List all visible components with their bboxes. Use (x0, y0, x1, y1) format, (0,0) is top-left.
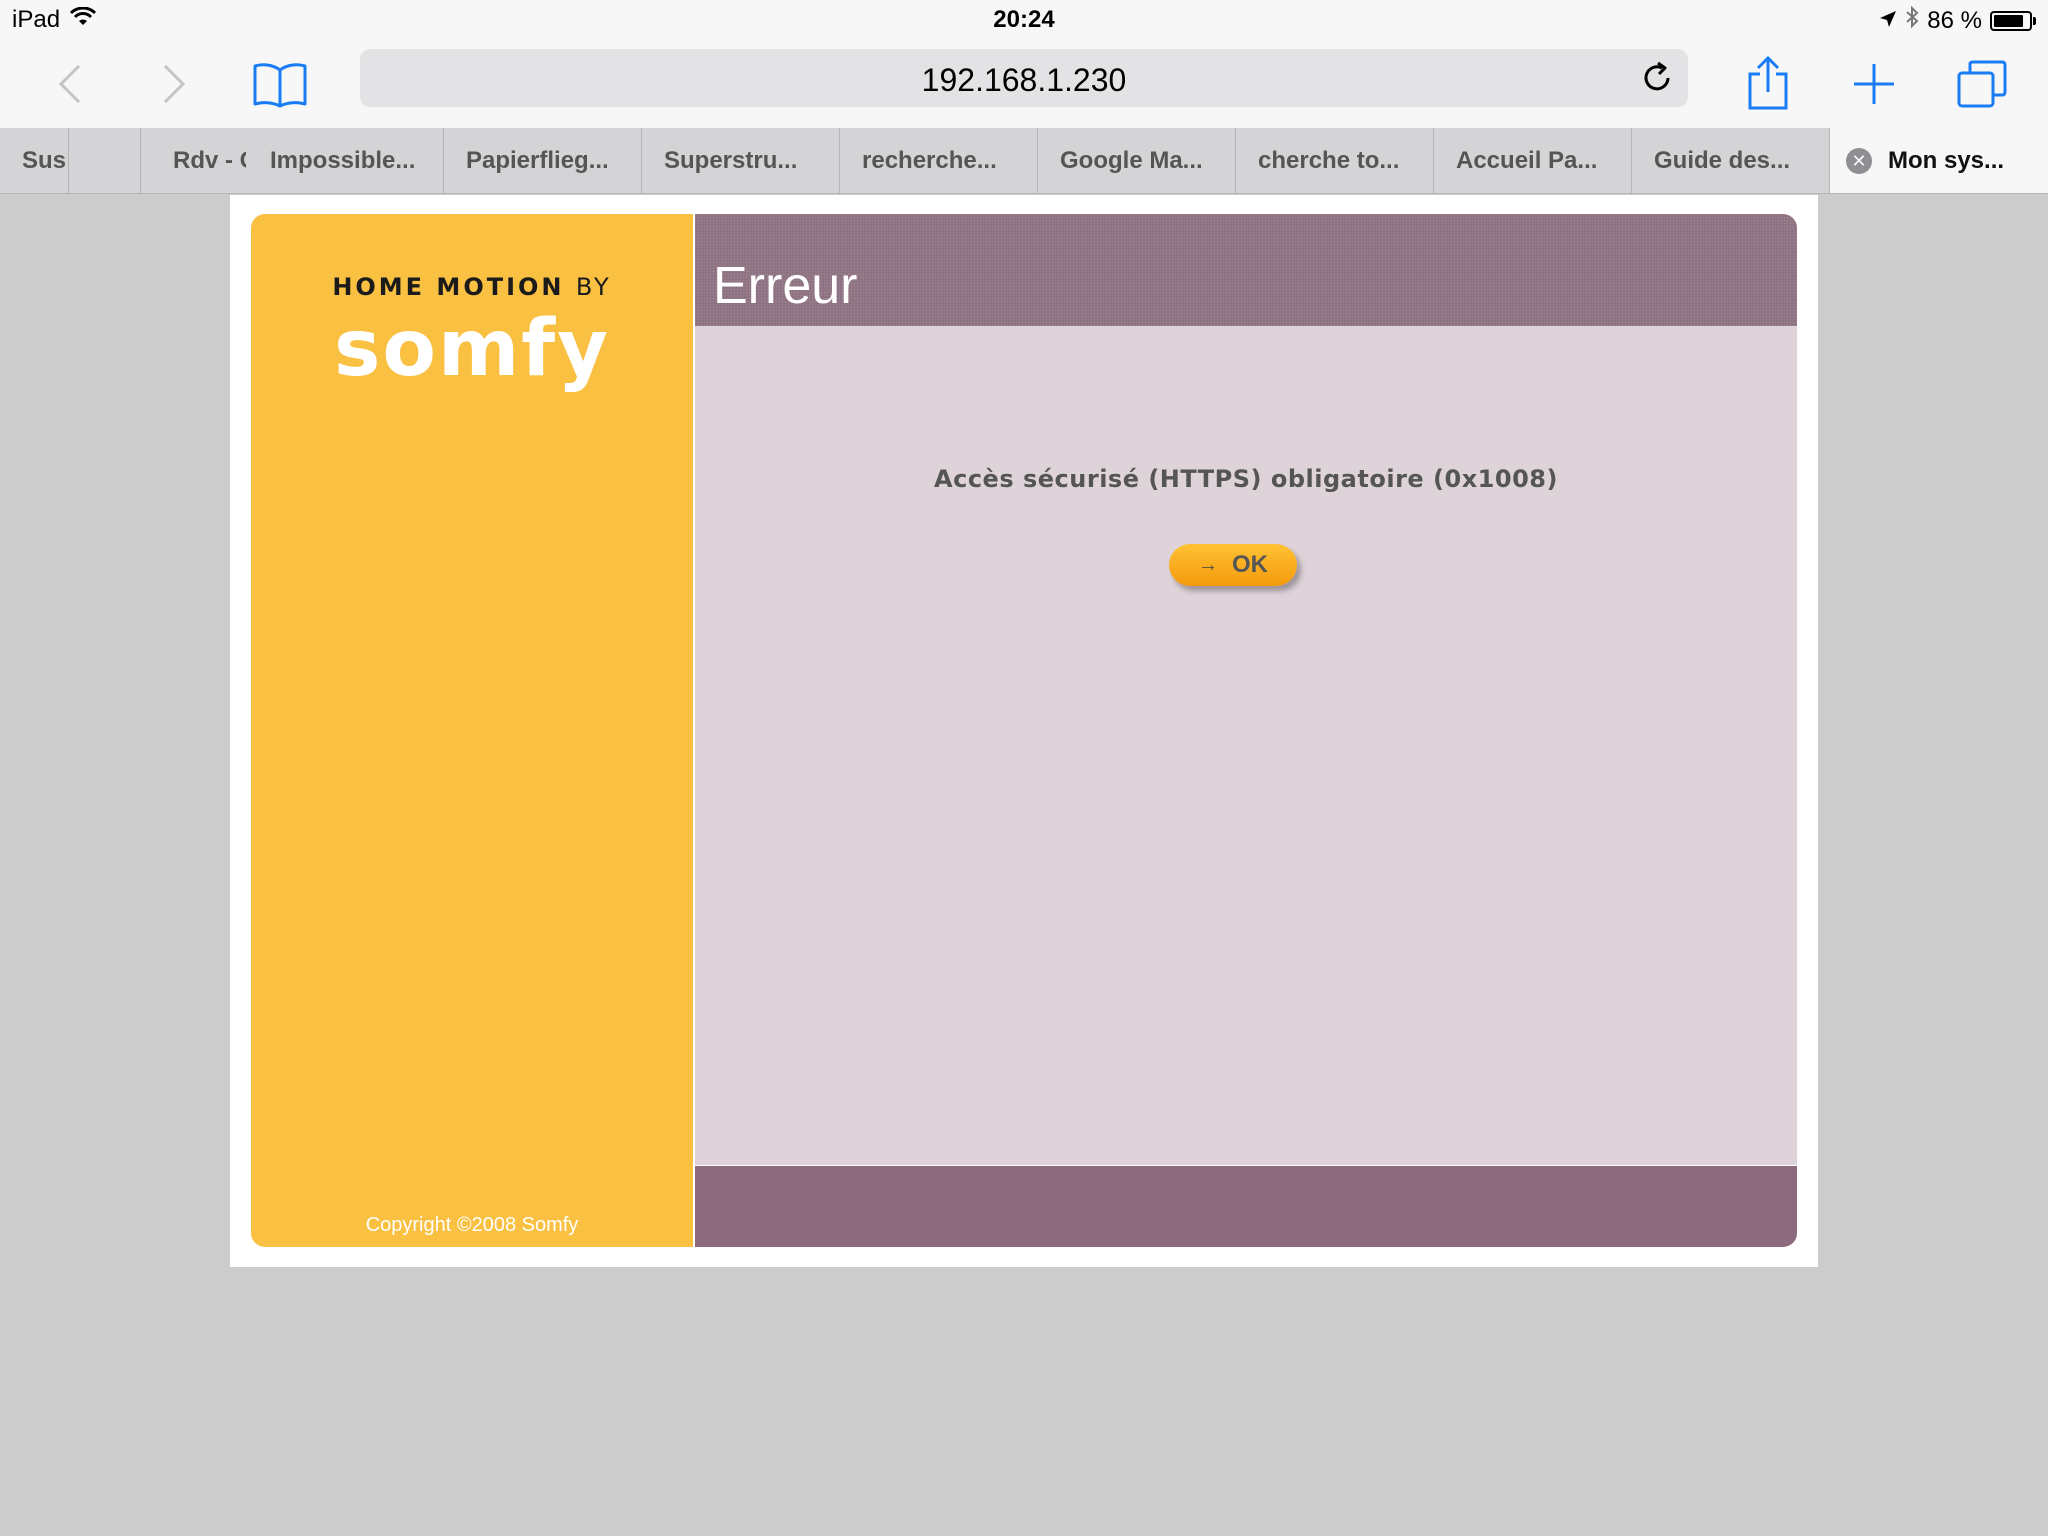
tab-item[interactable]: recherche... (840, 128, 1038, 193)
battery-percent: 86 % (1927, 6, 1982, 34)
battery-icon (1990, 10, 2036, 31)
tab-item[interactable] (69, 128, 141, 193)
main-area: Erreur Accès sécurisé (HTTPS) obligatoir… (695, 214, 1797, 1247)
logo-tagline-text: HOME MOTION (332, 273, 565, 301)
share-icon[interactable] (1738, 54, 1798, 114)
tab-label: Google Ma... (1060, 147, 1203, 174)
somfy-logo: somfy (333, 304, 611, 394)
close-tab-icon[interactable]: ✕ (1846, 148, 1872, 174)
copyright: Copyright ©2008 Somfy (365, 1214, 579, 1236)
status-time: 20:24 (993, 6, 1055, 33)
bookmarks-icon[interactable] (250, 54, 310, 114)
main-header: Erreur (695, 214, 1797, 326)
reload-icon[interactable] (1640, 61, 1674, 95)
tab-item[interactable]: cherche to... (1236, 128, 1434, 193)
sidebar: HOME MOTION BY somfy Copyright ©2008 Som… (251, 214, 693, 1247)
tab-label: recherche... (862, 147, 997, 174)
tab-item[interactable]: Google Ma... (1038, 128, 1236, 193)
tab-strip: Sus Rdv - Gp Impossible... Papierflieg..… (0, 128, 2048, 194)
tabs-icon[interactable] (1952, 54, 2012, 114)
status-bar: iPad 20:24 86 % (0, 0, 2048, 40)
logo-tagline: HOME MOTION BY (251, 273, 693, 301)
tab-item-active[interactable]: ✕ Mon sys... (1830, 128, 2048, 193)
tab-item[interactable]: Papierflieg... (444, 128, 642, 193)
web-content: HOME MOTION BY somfy Copyright ©2008 Som… (0, 195, 2048, 1536)
forward-icon[interactable] (144, 54, 204, 114)
back-icon[interactable] (40, 54, 100, 114)
tab-label: Superstru... (664, 147, 798, 174)
new-tab-icon[interactable] (1844, 54, 1904, 114)
logo-by: BY (575, 273, 612, 301)
tab-item[interactable]: Superstru... (642, 128, 840, 193)
tab-label: Impossible... (270, 147, 416, 174)
location-icon (1879, 7, 1897, 35)
tab-label: Guide des... (1654, 147, 1791, 174)
tab-label: Papierflieg... (466, 147, 609, 174)
tab-item[interactable]: Impossible... (246, 128, 444, 193)
status-right: 86 % (1879, 5, 2036, 35)
browser-toolbar: 192.168.1.230 (0, 40, 2048, 128)
tab-label: cherche to... (1258, 147, 1400, 174)
error-panel: HOME MOTION BY somfy Copyright ©2008 Som… (251, 214, 1797, 1247)
page-title: Erreur (713, 257, 858, 315)
tab-label: Sus (22, 147, 67, 174)
ok-button[interactable]: → OK (1169, 544, 1297, 586)
page-frame: HOME MOTION BY somfy Copyright ©2008 Som… (230, 195, 1818, 1267)
main-footer (695, 1165, 1797, 1247)
url-text: 192.168.1.230 (921, 62, 1127, 98)
error-message: Accès sécurisé (HTTPS) obligatoire (0x10… (934, 465, 1558, 493)
ok-button-label: OK (1232, 551, 1268, 578)
bluetooth-icon (1905, 5, 1919, 35)
tab-item[interactable]: Sus (0, 128, 69, 193)
tab-label: Accueil Pa... (1456, 147, 1598, 174)
tab-item[interactable]: Guide des... (1632, 128, 1830, 193)
arrow-right-icon: → (1198, 553, 1218, 576)
tab-label: Mon sys... (1888, 147, 2005, 174)
address-bar[interactable]: 192.168.1.230 (360, 49, 1688, 107)
tab-item[interactable]: Accueil Pa... (1434, 128, 1632, 193)
